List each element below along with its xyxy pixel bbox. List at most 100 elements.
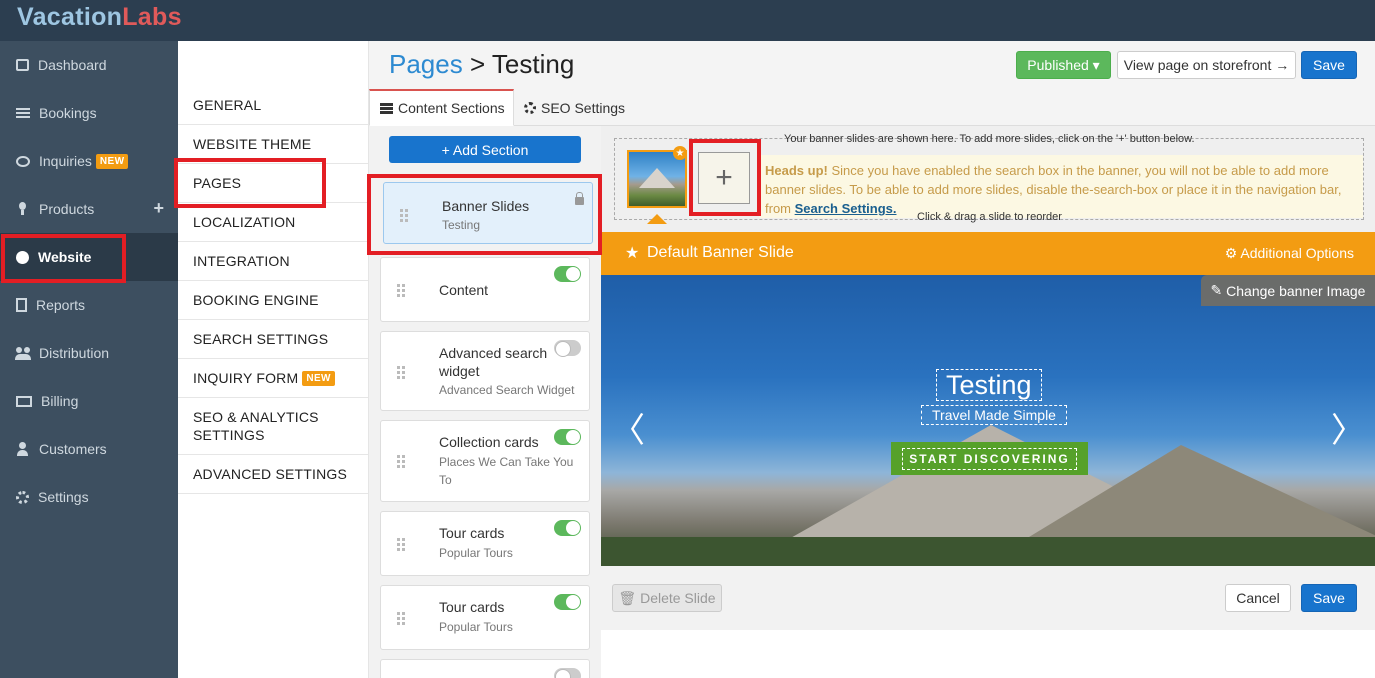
list-icon — [16, 106, 30, 120]
view-on-storefront-button[interactable]: View page on storefront → — [1117, 51, 1296, 79]
delete-slide-button[interactable]: 🗑 Delete Slide — [612, 584, 722, 612]
settings-item-general[interactable]: GENERAL — [178, 86, 368, 125]
section-toggle[interactable] — [554, 429, 581, 445]
settings-item-pages[interactable]: PAGES — [178, 164, 368, 203]
page-title: Pages > Testing — [389, 49, 574, 80]
slide-header-bar: ★ Default Banner Slide ⚙ Additional Opti… — [601, 232, 1375, 275]
drag-handle-icon[interactable] — [397, 612, 407, 626]
section-toggle[interactable] — [554, 594, 581, 610]
section-card-tour-cards[interactable]: Tour cards Popular Tours — [380, 511, 590, 576]
published-dropdown-button[interactable]: Published ▾ — [1016, 51, 1111, 79]
sidebar-item-customers[interactable]: Customers — [0, 425, 178, 473]
drag-handle-icon[interactable] — [397, 455, 407, 469]
settings-item-booking-engine[interactable]: BOOKING ENGINE — [178, 281, 368, 320]
sidebar-item-label: Reports — [36, 297, 86, 313]
sidebar-item-label: Bookings — [39, 105, 97, 121]
sidebar-item-label: Website — [38, 249, 92, 265]
add-section-button[interactable]: + Add Section — [389, 136, 581, 163]
cancel-button[interactable]: Cancel — [1225, 584, 1291, 612]
calendar-icon — [16, 59, 29, 71]
tab-content-sections[interactable]: Content Sections — [369, 89, 514, 126]
banner-title[interactable]: Testing — [936, 369, 1042, 401]
chevron-left-icon[interactable]: 〈 — [611, 403, 645, 452]
breadcrumb-pages-link[interactable]: Pages — [389, 49, 463, 79]
sections-panel: + Add Section Banner Slides Testing Cont… — [369, 126, 601, 678]
section-card[interactable] — [380, 659, 590, 678]
money-icon — [16, 395, 32, 407]
gear-icon — [16, 490, 29, 504]
star-icon: ★ — [673, 146, 687, 160]
top-bar: VacationLabs — [0, 0, 1375, 41]
page-name: Testing — [491, 49, 575, 79]
section-card-advanced-search[interactable]: Advanced search widget Advanced Search W… — [380, 331, 590, 411]
settings-item-integration[interactable]: INTEGRATION — [178, 242, 368, 281]
add-slide-button[interactable]: + — [698, 152, 750, 204]
settings-item-localization[interactable]: LOCALIZATION — [178, 203, 368, 242]
sidebar-item-label: Billing — [41, 393, 79, 409]
section-card-banner-slides[interactable]: Banner Slides Testing — [383, 182, 593, 244]
sidebar-item-label: Inquiries — [39, 153, 92, 169]
save-slide-button[interactable]: Save — [1301, 584, 1357, 612]
sidebar-item-label: Products — [39, 201, 95, 217]
sidebar-item-reports[interactable]: Reports — [0, 281, 178, 329]
drag-handle-icon[interactable] — [397, 538, 407, 552]
main-sidebar: Dashboard Bookings Inquiries NEW Product… — [0, 41, 178, 678]
settings-item-website-theme[interactable]: WEBSITE THEME — [178, 125, 368, 164]
settings-item-seo-analytics[interactable]: SEO & ANALYTICS SETTINGS — [178, 398, 368, 455]
logo[interactable]: VacationLabs — [17, 3, 182, 32]
page-header: Pages > Testing Published ▾ View page on… — [369, 41, 1375, 89]
banner-subtitle[interactable]: Travel Made Simple — [921, 405, 1067, 425]
sidebar-item-dashboard[interactable]: Dashboard — [0, 41, 178, 89]
banner-cta-button[interactable]: START DISCOVERING — [891, 442, 1088, 475]
sidebar-item-bookings[interactable]: Bookings — [0, 89, 178, 137]
slide-footer: 🗑 Delete Slide Cancel Save — [601, 566, 1375, 630]
section-toggle[interactable] — [554, 266, 581, 282]
drag-handle-icon[interactable] — [397, 284, 407, 298]
drag-handle-icon[interactable] — [397, 366, 407, 380]
sidebar-item-distribution[interactable]: Distribution — [0, 329, 178, 377]
settings-item-advanced[interactable]: ADVANCED SETTINGS — [178, 455, 368, 494]
sidebar-item-label: Customers — [39, 441, 107, 457]
chat-icon — [16, 155, 30, 167]
change-banner-image-button[interactable]: ✎ Change banner Image — [1201, 275, 1375, 306]
selected-caret — [647, 214, 667, 224]
add-product-icon[interactable]: + — [153, 199, 164, 217]
slides-hint: Your banner slides are shown here. To ad… — [784, 133, 1195, 145]
banner-editor: Your banner slides are shown here. To ad… — [601, 126, 1375, 678]
drag-handle-icon[interactable] — [400, 209, 410, 223]
chevron-right-icon[interactable]: 〉 — [1331, 403, 1365, 452]
star-icon: ★ — [625, 245, 640, 262]
list-icon — [380, 102, 393, 114]
section-card-collection-cards[interactable]: Collection cards Places We Can Take You … — [380, 420, 590, 502]
tab-seo-settings[interactable]: SEO Settings — [524, 89, 634, 126]
settings-item-inquiry-form[interactable]: INQUIRY FORM NEW — [178, 359, 368, 398]
user-icon — [16, 442, 30, 456]
banner-preview: ✎ Change banner Image 〈 〉 Testing Travel… — [601, 275, 1375, 566]
website-settings-menu: GENERAL WEBSITE THEME PAGES LOCALIZATION… — [178, 41, 369, 678]
breadcrumb-separator: > — [469, 49, 486, 79]
sidebar-item-label: Dashboard — [38, 57, 107, 73]
section-toggle[interactable] — [554, 520, 581, 536]
new-badge: NEW — [302, 370, 335, 386]
additional-options-button[interactable]: ⚙ Additional Options — [1225, 245, 1354, 262]
slides-strip: Your banner slides are shown here. To ad… — [601, 126, 1375, 232]
sidebar-item-billing[interactable]: Billing — [0, 377, 178, 425]
sidebar-item-label: Settings — [38, 489, 89, 505]
report-icon — [16, 298, 27, 312]
tab-bar: Content Sections SEO Settings — [369, 89, 1375, 126]
sidebar-item-website[interactable]: Website — [0, 233, 178, 281]
lock-icon — [575, 192, 584, 205]
section-toggle[interactable] — [554, 668, 581, 678]
section-card-tour-cards[interactable]: Tour cards Popular Tours — [380, 585, 590, 650]
sidebar-item-label: Distribution — [39, 345, 110, 361]
section-card-content[interactable]: Content — [380, 257, 590, 322]
sidebar-item-products[interactable]: Products + — [0, 185, 178, 233]
sidebar-item-settings[interactable]: Settings — [0, 473, 178, 521]
save-button[interactable]: Save — [1301, 51, 1357, 79]
settings-item-search-settings[interactable]: SEARCH SETTINGS — [178, 320, 368, 359]
search-settings-link[interactable]: Search Settings. — [795, 201, 897, 216]
reorder-hint: Click & drag a slide to reorder — [917, 211, 1062, 223]
gear-icon — [524, 101, 536, 114]
sidebar-item-inquiries[interactable]: Inquiries NEW — [0, 137, 178, 185]
section-toggle[interactable] — [554, 340, 581, 357]
